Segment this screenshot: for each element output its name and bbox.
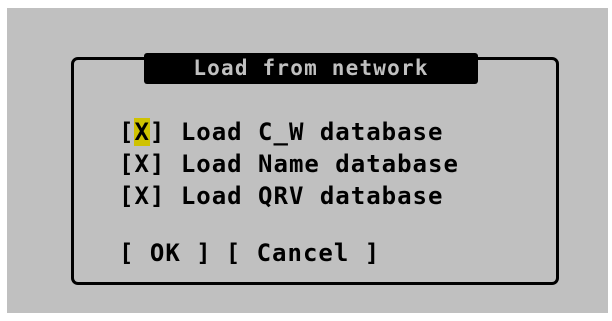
checkbox-load-name-database[interactable]: [X] Load Name database [119, 149, 459, 179]
dialog-buttons: [ OK ] [ Cancel ] [119, 238, 380, 268]
checkbox-mark-name[interactable]: X [134, 150, 149, 178]
checkbox-load-qrv-database[interactable]: [X] Load QRV database [119, 181, 443, 211]
dos-screen: Load from network [X] Load C_W database … [7, 8, 608, 313]
checkbox-label-cw: Load C_W database [180, 118, 444, 146]
checkbox-load-cw-database[interactable]: [X] Load C_W database [119, 117, 443, 147]
checkbox-bracket-open: [ [119, 118, 135, 146]
checkbox-label-qrv: Load QRV database [180, 182, 444, 210]
checkbox-bracket-close: ] [149, 182, 166, 210]
checkbox-bracket-close: ] [149, 150, 166, 178]
checkbox-mark-cw[interactable]: X [134, 118, 150, 146]
checkbox-bracket-open: [ [119, 182, 135, 210]
checkbox-bracket-open: [ [119, 150, 135, 178]
ok-button[interactable]: [ OK ] [119, 239, 212, 267]
checkbox-mark-qrv[interactable]: X [134, 182, 149, 210]
cancel-button[interactable]: [ Cancel ] [226, 239, 381, 267]
checkbox-label-name: Load Name database [180, 150, 459, 178]
dialog-title: Load from network [144, 53, 478, 84]
checkbox-bracket-close: ] [149, 118, 166, 146]
